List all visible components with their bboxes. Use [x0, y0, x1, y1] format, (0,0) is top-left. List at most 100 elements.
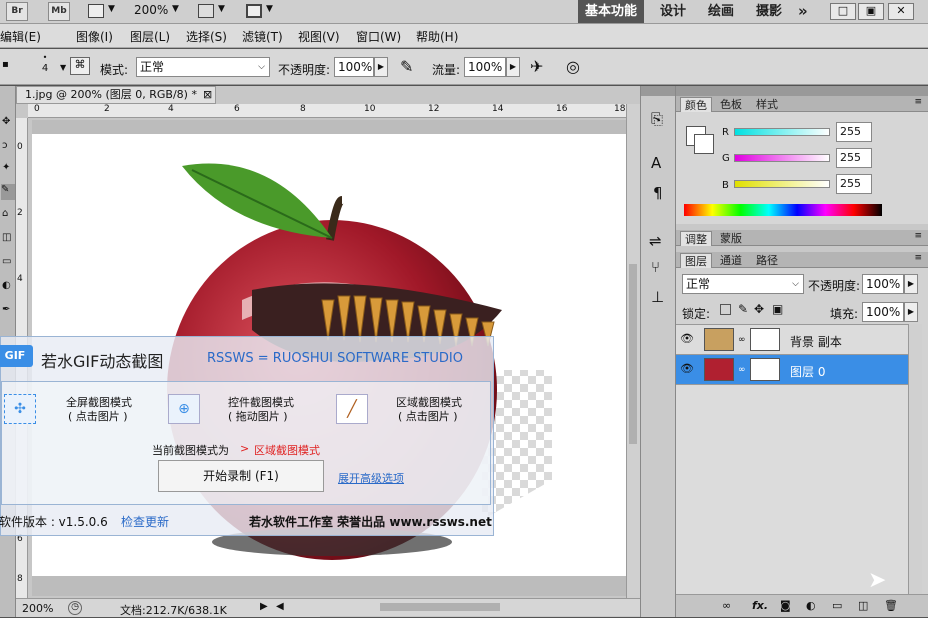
fill-input[interactable]: 100%: [862, 302, 904, 322]
adjustment-layer-icon[interactable]: ◐: [806, 599, 816, 612]
start-record-button[interactable]: 开始录制 (F1): [158, 460, 324, 492]
history-icon[interactable]: ⎘: [651, 110, 663, 128]
lock-all-icon[interactable]: ▣: [772, 302, 783, 316]
channel-g-value[interactable]: 255: [836, 148, 872, 168]
delete-layer-icon[interactable]: 🗑: [884, 599, 898, 612]
menu-select[interactable]: 选择(S): [186, 28, 227, 45]
brush-presets-icon[interactable]: ⇌: [649, 232, 662, 250]
lock-image-icon[interactable]: ✎: [738, 302, 748, 316]
add-mask-icon[interactable]: ◙: [780, 599, 791, 612]
dodge-tool-icon[interactable]: ◐: [2, 280, 11, 291]
opacity-slider-button[interactable]: ▶: [374, 57, 388, 77]
tablet-size-icon[interactable]: ◎: [566, 57, 580, 76]
layer-mask-thumbnail[interactable]: [750, 358, 780, 381]
document-tab[interactable]: 1.jpg @ 200% (图层 0, RGB/8) * ⊠: [16, 86, 216, 104]
blend-mode-select[interactable]: 正常 ⌵: [682, 274, 804, 294]
region-mode-icon[interactable]: ╱: [336, 394, 368, 424]
layer-row[interactable]: 👁 ∞ 背景 副本: [676, 325, 908, 355]
layer-row-selected[interactable]: 👁 ∞ 图层 0: [676, 355, 908, 385]
background-color-swatch[interactable]: [694, 134, 714, 154]
panel-menu-icon[interactable]: ≡: [914, 231, 922, 241]
visibility-eye-icon[interactable]: 👁: [680, 333, 694, 345]
tab-paths[interactable]: 路径: [752, 253, 782, 268]
channel-b-slider[interactable]: [734, 180, 830, 188]
screen-mode-icon[interactable]: [246, 4, 262, 18]
lasso-tool-icon[interactable]: ↄ: [2, 140, 8, 151]
workspace-design[interactable]: 设计: [660, 0, 686, 23]
workspace-essentials[interactable]: 基本功能: [578, 0, 644, 23]
view-extras-icon[interactable]: [88, 4, 104, 18]
menu-window[interactable]: 窗口(W): [356, 28, 401, 45]
chevron-down-icon[interactable]: ▼: [218, 4, 225, 14]
flow-input[interactable]: 100%: [464, 57, 506, 77]
tool-presets-icon[interactable]: ⑂: [651, 258, 660, 276]
character-icon[interactable]: A: [651, 154, 661, 172]
fullscreen-mode-icon[interactable]: ✣: [4, 394, 36, 424]
advanced-options-link[interactable]: 展开高级选项: [338, 470, 404, 486]
channel-r-value[interactable]: 255: [836, 122, 872, 142]
pen-tool-icon[interactable]: ✒: [2, 304, 10, 315]
menu-layer[interactable]: 图层(L): [130, 28, 170, 45]
layer-opacity-slider-button[interactable]: ▶: [904, 274, 918, 294]
vertical-scrollbar[interactable]: [626, 104, 640, 598]
chevron-down-icon[interactable]: ▼: [60, 63, 66, 72]
restore-button[interactable]: ▣: [858, 3, 884, 20]
tablet-pressure-icon[interactable]: ✎: [400, 57, 413, 76]
fill-slider-button[interactable]: ▶: [904, 302, 918, 322]
tab-layers[interactable]: 图层: [680, 253, 712, 268]
brush-panel-icon[interactable]: ⌘: [70, 57, 90, 75]
brush-tool-icon[interactable]: ✎: [1, 184, 15, 200]
tab-masks[interactable]: 蒙版: [716, 231, 746, 246]
color-spectrum-bar[interactable]: [684, 204, 882, 216]
status-menu-arrow-icon[interactable]: ▶: [260, 601, 268, 612]
new-group-icon[interactable]: ▭: [832, 599, 842, 612]
layer-mask-thumbnail[interactable]: [750, 328, 780, 351]
menu-help[interactable]: 帮助(H): [416, 28, 458, 45]
flow-slider-button[interactable]: ▶: [506, 57, 520, 77]
tab-adjustments[interactable]: 调整: [680, 231, 712, 246]
stamp-tool-icon[interactable]: ⌂: [2, 208, 8, 219]
close-button[interactable]: ✕: [888, 3, 914, 20]
airbrush-icon[interactable]: ✈: [530, 57, 543, 76]
gradient-tool-icon[interactable]: ▭: [2, 256, 11, 267]
bridge-button[interactable]: Br: [6, 2, 28, 21]
tool-preset-icon[interactable]: ▪: [2, 59, 9, 70]
channel-g-slider[interactable]: [734, 154, 830, 162]
check-update-link[interactable]: 检查更新: [121, 513, 169, 530]
brush-size-picker[interactable]: • 4: [30, 53, 60, 81]
zoom-level[interactable]: 200%: [134, 3, 168, 17]
layer-name[interactable]: 背景 副本: [790, 333, 842, 350]
status-info-icon[interactable]: ◷: [68, 601, 82, 615]
control-mode-icon[interactable]: ⊕: [168, 394, 200, 424]
tab-color[interactable]: 颜色: [680, 97, 712, 112]
more-workspaces-icon[interactable]: »: [798, 0, 808, 23]
channel-r-slider[interactable]: [734, 128, 830, 136]
clone-source-icon[interactable]: ⊥: [651, 288, 664, 306]
magic-wand-icon[interactable]: ✦: [2, 162, 10, 173]
menu-view[interactable]: 视图(V): [298, 28, 340, 45]
layer-name[interactable]: 图层 0: [790, 363, 825, 380]
tab-channels[interactable]: 通道: [716, 253, 746, 268]
scroll-thumb[interactable]: [629, 264, 637, 444]
menu-filter[interactable]: 滤镜(T): [242, 28, 283, 45]
mode-select[interactable]: 正常 ⌵: [136, 57, 270, 77]
channel-b-value[interactable]: 255: [836, 174, 872, 194]
workspace-photography[interactable]: 摄影: [756, 0, 782, 23]
opacity-input[interactable]: 100%: [334, 57, 374, 77]
layer-style-icon[interactable]: fx.: [752, 599, 768, 612]
new-layer-icon[interactable]: ◫: [858, 599, 868, 612]
menu-edit[interactable]: 编辑(E): [0, 28, 41, 45]
menu-image[interactable]: 图像(I): [76, 28, 113, 45]
minimize-button[interactable]: □: [830, 3, 856, 20]
chevron-down-icon[interactable]: ▼: [108, 4, 115, 14]
panel-menu-icon[interactable]: ≡: [914, 97, 922, 107]
lock-transparent-icon[interactable]: [720, 304, 731, 315]
layer-opacity-input[interactable]: 100%: [862, 274, 904, 294]
status-zoom[interactable]: 200%: [22, 602, 53, 615]
tab-swatches[interactable]: 色板: [716, 97, 746, 112]
eraser-tool-icon[interactable]: ◫: [2, 232, 11, 243]
panel-menu-icon[interactable]: ≡: [914, 253, 922, 263]
link-layers-icon[interactable]: ∞: [722, 599, 731, 612]
close-tab-icon[interactable]: ⊠: [203, 87, 212, 103]
arrange-documents-icon[interactable]: [198, 4, 214, 18]
